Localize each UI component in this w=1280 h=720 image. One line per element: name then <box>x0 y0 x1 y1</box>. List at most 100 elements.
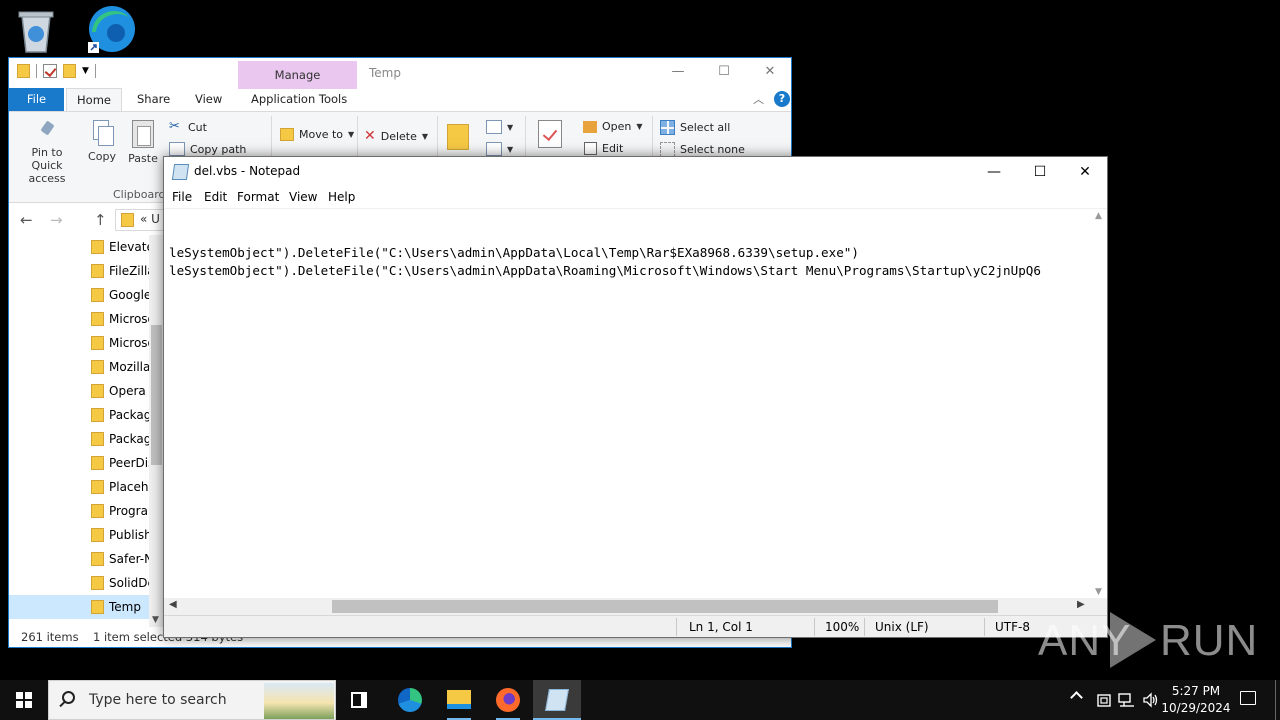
menu-help[interactable]: Help <box>328 190 355 204</box>
tab-view[interactable]: View <box>195 88 222 111</box>
maximize-button[interactable]: ☐ <box>701 58 747 86</box>
pin-label: Pin to Quick access <box>28 146 66 185</box>
nav-item[interactable]: Microso <box>9 331 149 355</box>
vertical-scrollbar[interactable]: ▲ ▼ <box>1092 209 1107 599</box>
explorer-title-bar: ▼ Manage Temp — ☐ ✕ <box>9 58 793 89</box>
close-button[interactable]: ✕ <box>1062 157 1108 187</box>
security-shield-icon[interactable] <box>1096 692 1112 708</box>
new-item-button[interactable]: ▼ <box>486 120 513 134</box>
scroll-down-icon[interactable]: ▼ <box>152 615 159 625</box>
scroll-left-icon[interactable]: ◀ <box>169 599 177 610</box>
paste-button[interactable]: Paste <box>126 120 160 165</box>
navigation-pane: Elevate FileZilla Google Microso Microso Mozi… <box>9 235 164 627</box>
nav-item[interactable]: Publish <box>9 523 149 547</box>
network-icon[interactable] <box>1118 692 1136 708</box>
notepad-icon <box>171 164 190 180</box>
menu-format[interactable]: Format <box>237 190 279 204</box>
nav-item[interactable]: Placeho <box>9 475 149 499</box>
menu-file[interactable]: File <box>172 190 192 204</box>
nav-item[interactable]: Prograr <box>9 499 149 523</box>
task-view-button[interactable] <box>336 680 384 720</box>
tab-application-tools[interactable]: Application Tools <box>251 88 347 111</box>
notepad-window: del.vbs - Notepad — ☐ ✕ File Edit Format… <box>163 156 1108 638</box>
folder-icon <box>91 336 104 350</box>
nav-item[interactable]: Packag <box>9 403 149 427</box>
windows-logo-icon <box>16 692 32 708</box>
folder-icon <box>91 504 104 518</box>
tab-share[interactable]: Share <box>137 88 170 111</box>
easy-access-button[interactable]: ▼ <box>486 142 513 156</box>
move-to-button[interactable]: Move to ▼ <box>280 128 354 141</box>
system-clock[interactable]: 5:27 PM 10/29/2024 <box>1160 683 1232 717</box>
nav-scrollbar[interactable]: ▼ <box>149 235 164 627</box>
edit-button[interactable]: Edit <box>584 142 623 155</box>
show-hidden-icons-chevron-icon[interactable] <box>1070 691 1083 704</box>
folder-icon <box>91 480 104 494</box>
forward-arrow-icon[interactable]: → <box>50 211 63 229</box>
new-folder-icon[interactable] <box>63 64 76 78</box>
scroll-up-icon[interactable]: ▲ <box>1095 211 1102 221</box>
pin-to-quick-access-button[interactable]: Pin to Quick access <box>15 120 79 185</box>
start-button[interactable] <box>0 680 48 720</box>
file-explorer-icon <box>447 690 471 709</box>
quick-access-toolbar: ▼ <box>17 64 96 78</box>
delete-button[interactable]: ✕ Delete ▼ <box>364 128 428 144</box>
horizontal-scrollbar[interactable]: ◀ ▶ <box>164 598 1092 615</box>
horizontal-scrollbar-thumb[interactable] <box>332 600 998 613</box>
nav-item-label: FileZilla <box>109 264 149 278</box>
tab-file[interactable]: File <box>9 88 64 111</box>
nav-item-label: Temp <box>109 600 141 614</box>
customize-toolbar-chevron-icon[interactable]: ▼ <box>82 66 89 76</box>
up-arrow-icon[interactable]: ↑ <box>94 211 107 229</box>
select-all-button[interactable]: Select all <box>660 120 730 135</box>
properties-icon[interactable] <box>538 120 562 148</box>
open-button[interactable]: Open ▼ <box>583 120 643 133</box>
taskbar-notepad[interactable] <box>533 680 581 720</box>
nav-item[interactable]: Temp <box>9 595 149 619</box>
volume-icon[interactable] <box>1142 692 1160 708</box>
recycle-bin-icon[interactable] <box>14 6 64 56</box>
taskbar-file-explorer[interactable] <box>435 680 483 720</box>
menu-edit[interactable]: Edit <box>204 190 227 204</box>
back-arrow-icon[interactable]: ← <box>20 211 33 229</box>
show-desktop-button[interactable] <box>1275 680 1276 720</box>
taskbar-search-box[interactable]: Type here to search <box>48 680 336 720</box>
minimize-button[interactable]: — <box>655 58 701 86</box>
collapse-ribbon-chevron-icon[interactable]: ︿ <box>753 91 764 107</box>
nav-item[interactable]: FileZilla <box>9 259 149 283</box>
new-folder-icon[interactable] <box>447 124 469 150</box>
cut-button[interactable]: ✂ Cut <box>169 120 207 134</box>
tab-manage[interactable]: Manage <box>238 61 357 89</box>
dropdown-arrow-icon: ▼ <box>348 130 355 139</box>
taskbar-edge[interactable] <box>386 680 434 720</box>
help-icon[interactable]: ? <box>774 91 790 107</box>
taskbar-firefox[interactable] <box>484 680 532 720</box>
properties-icon[interactable] <box>43 64 57 78</box>
nav-item[interactable]: Safer-N <box>9 547 149 571</box>
edit-icon <box>584 142 597 155</box>
nav-item[interactable]: Mozilla <box>9 355 149 379</box>
nav-item[interactable]: SolidDc <box>9 571 149 595</box>
folder-icon <box>91 600 104 614</box>
firefox-icon <box>496 688 520 712</box>
copy-button[interactable]: Copy <box>86 120 118 163</box>
notification-icon[interactable] <box>1240 691 1256 705</box>
nav-item[interactable]: Elevate <box>9 235 149 259</box>
nav-item[interactable]: Microso <box>9 307 149 331</box>
text-editor-area[interactable]: leSystemObject").DeleteFile("C:\Users\ad… <box>164 208 1107 599</box>
scroll-down-icon[interactable]: ▼ <box>1095 587 1102 597</box>
maximize-button[interactable]: ☐ <box>1017 157 1063 187</box>
nav-scrollbar-thumb[interactable] <box>151 325 162 465</box>
copy-path-button[interactable]: Copy path <box>169 142 246 156</box>
nav-item-label: Safer-N <box>109 552 149 566</box>
nav-item[interactable]: PeerDis <box>9 451 149 475</box>
menu-view[interactable]: View <box>289 190 317 204</box>
minimize-button[interactable]: — <box>971 157 1017 187</box>
edge-desktop-icon[interactable] <box>86 4 136 54</box>
close-button[interactable]: ✕ <box>747 58 793 86</box>
nav-item[interactable]: Google <box>9 283 149 307</box>
tab-home[interactable]: Home <box>66 88 122 112</box>
nav-item[interactable]: Opera <box>9 379 149 403</box>
nav-item[interactable]: Packag <box>9 427 149 451</box>
select-none-button[interactable]: Select none <box>660 142 745 157</box>
